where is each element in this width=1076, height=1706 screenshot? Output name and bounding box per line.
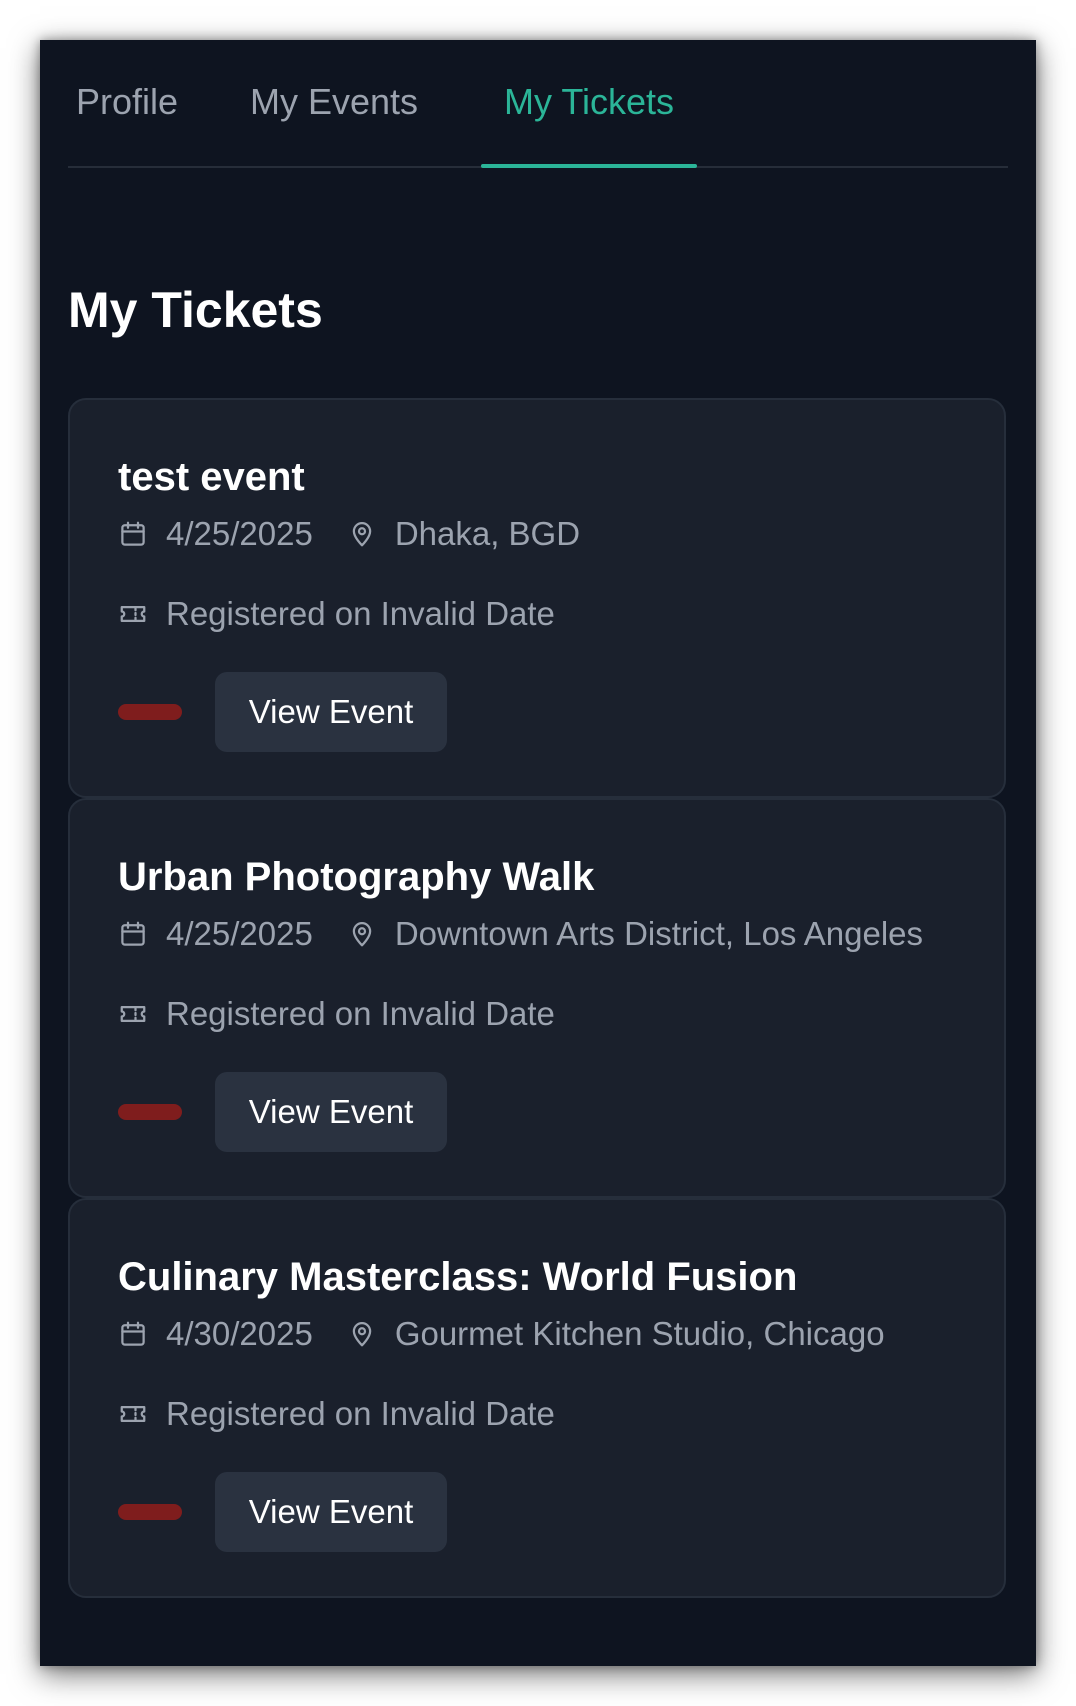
ticket-date: 4/25/2025 (166, 515, 313, 552)
status-indicator (118, 1104, 182, 1120)
ticket-icon (120, 1006, 146, 1022)
status-indicator (118, 1504, 182, 1520)
ticket-date: 4/30/2025 (166, 1315, 313, 1352)
map-pin-icon (352, 922, 372, 947)
view-event-button[interactable]: View Event (215, 1472, 447, 1552)
ticket-meta: 4/30/2025 Gourmet Kitchen Studio, Chicag… (118, 1312, 885, 1356)
ticket-title: Urban Photography Walk (118, 855, 595, 899)
ticket-icon (120, 1406, 146, 1422)
map-pin-icon (352, 1322, 372, 1347)
tab-profile[interactable]: Profile (68, 40, 186, 166)
registered-text: Registered on Invalid Date (166, 995, 555, 1032)
tab-bar: Profile My Events My Tickets (68, 40, 1008, 168)
tab-my-events[interactable]: My Events (248, 40, 420, 166)
ticket-registration: Registered on Invalid Date (118, 1392, 555, 1436)
calendar-icon (121, 521, 145, 546)
view-event-button[interactable]: View Event (215, 1072, 447, 1152)
ticket-meta: 4/25/2025 Dhaka, BGD (118, 512, 580, 556)
view-event-button[interactable]: View Event (215, 672, 447, 752)
ticket-registration: Registered on Invalid Date (118, 592, 555, 636)
ticket-title: test event (118, 455, 305, 499)
page-title: My Tickets (68, 282, 323, 338)
calendar-icon (121, 921, 145, 946)
app-window: Profile My Events My Tickets My Tickets … (40, 40, 1036, 1666)
ticket-card: Culinary Masterclass: World Fusion 4/30/… (68, 1198, 1006, 1598)
registered-text: Registered on Invalid Date (166, 595, 555, 632)
ticket-location: Dhaka, BGD (394, 515, 581, 552)
map-pin-icon (352, 522, 372, 547)
calendar-icon (121, 1321, 145, 1346)
tab-my-tickets[interactable]: My Tickets (481, 40, 697, 168)
ticket-location: Gourmet Kitchen Studio, Chicago (394, 1315, 885, 1352)
registered-text: Registered on Invalid Date (166, 1395, 555, 1432)
ticket-icon (120, 606, 146, 622)
ticket-card: Urban Photography Walk 4/25/2025 Downtow… (68, 798, 1006, 1198)
ticket-card: test event 4/25/2025 Dhaka, BGD Register… (68, 398, 1006, 798)
ticket-date: 4/25/2025 (166, 915, 313, 952)
status-indicator (118, 704, 182, 720)
ticket-location: Downtown Arts District, Los Angeles (394, 915, 924, 952)
ticket-meta: 4/25/2025 Downtown Arts District, Los An… (118, 912, 923, 956)
ticket-registration: Registered on Invalid Date (118, 992, 555, 1036)
ticket-title: Culinary Masterclass: World Fusion (118, 1255, 798, 1299)
